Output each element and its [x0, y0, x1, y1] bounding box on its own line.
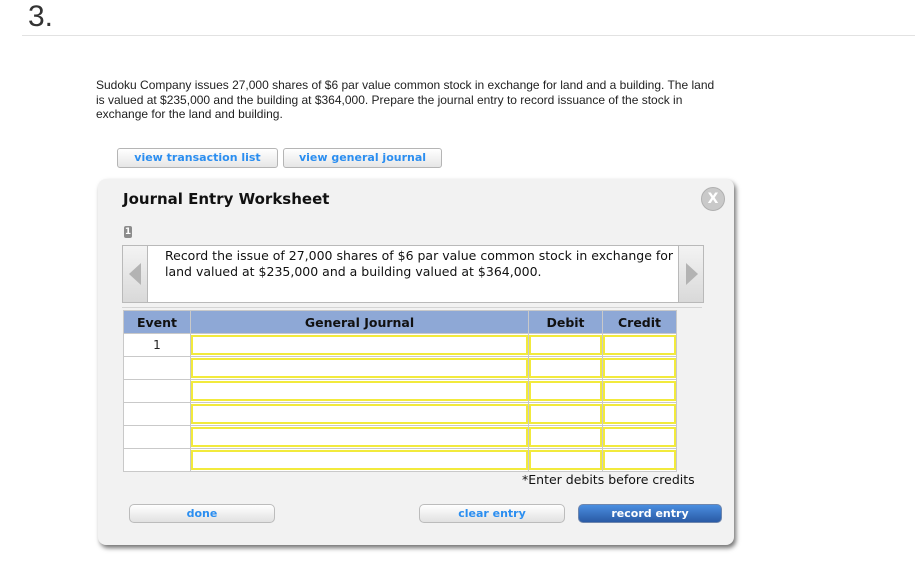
credit-input[interactable]: [603, 381, 676, 401]
problem-text: Sudoku Company issues 27,000 shares of $…: [96, 78, 715, 121]
event-cell: [123, 425, 191, 449]
general-journal-input[interactable]: [191, 427, 528, 447]
general-journal-input[interactable]: [191, 404, 528, 424]
event-cell: 1: [123, 333, 191, 357]
debit-input[interactable]: [529, 404, 602, 424]
event-cell: [123, 379, 191, 403]
close-icon[interactable]: X: [701, 187, 725, 211]
general-journal-input[interactable]: [191, 358, 528, 378]
event-cell: [123, 402, 191, 426]
done-button[interactable]: done: [129, 504, 275, 523]
journal-entry-table: Event General Journal Debit Credit 1: [123, 310, 677, 472]
table-row: 1: [123, 333, 677, 357]
question-number: 3.: [28, 0, 54, 33]
table-row: [123, 356, 677, 380]
view-transaction-list-button[interactable]: view transaction list: [117, 148, 278, 168]
debit-input[interactable]: [529, 335, 602, 355]
divider: [122, 307, 702, 308]
table-header-row: Event General Journal Debit Credit: [123, 310, 677, 334]
event-cell: [123, 356, 191, 380]
table-row: [123, 448, 677, 472]
debit-input[interactable]: [529, 358, 602, 378]
general-journal-input[interactable]: [191, 381, 528, 401]
credit-input[interactable]: [603, 450, 676, 470]
divider: [22, 35, 915, 36]
header-event: Event: [123, 310, 191, 334]
debit-input[interactable]: [529, 381, 602, 401]
view-general-journal-button[interactable]: view general journal: [283, 148, 442, 168]
header-general-journal: General Journal: [190, 310, 529, 334]
general-journal-input[interactable]: [191, 335, 528, 355]
next-button[interactable]: [678, 246, 703, 302]
table-row: [123, 425, 677, 449]
credit-input[interactable]: [603, 358, 676, 378]
arrow-right-icon: [686, 263, 698, 285]
arrow-left-icon: [129, 263, 141, 285]
debits-before-credits-note: *Enter debits before credits: [522, 472, 695, 487]
header-debit: Debit: [528, 310, 603, 334]
journal-entry-worksheet: Journal Entry Worksheet X 1 Record the i…: [98, 179, 734, 545]
transaction-description: Record the issue of 27,000 shares of $6 …: [165, 248, 674, 279]
clear-entry-button[interactable]: clear entry: [419, 504, 565, 523]
transaction-description-panel: Record the issue of 27,000 shares of $6 …: [122, 245, 704, 303]
debit-input[interactable]: [529, 450, 602, 470]
table-row: [123, 379, 677, 403]
credit-input[interactable]: [603, 404, 676, 424]
table-row: [123, 402, 677, 426]
event-cell: [123, 448, 191, 472]
record-entry-button[interactable]: record entry: [578, 504, 722, 523]
general-journal-input[interactable]: [191, 450, 528, 470]
credit-input[interactable]: [603, 427, 676, 447]
worksheet-title: Journal Entry Worksheet: [123, 190, 330, 208]
debit-input[interactable]: [529, 427, 602, 447]
previous-button[interactable]: [123, 246, 148, 302]
header-credit: Credit: [602, 310, 677, 334]
credit-input[interactable]: [603, 335, 676, 355]
step-badge[interactable]: 1: [124, 226, 132, 238]
